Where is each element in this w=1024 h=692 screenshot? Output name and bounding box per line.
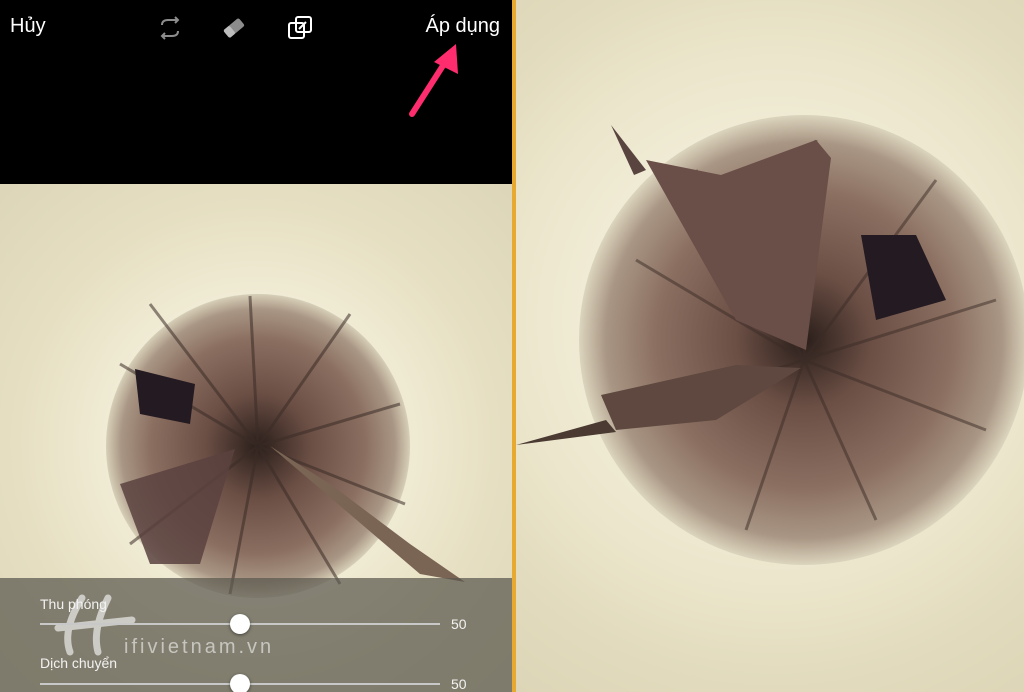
shift-label: Dịch chuyển xyxy=(40,655,118,671)
pointer-arrow-icon xyxy=(409,44,458,117)
shift-value: 50 xyxy=(451,676,467,692)
cancel-button[interactable]: Hủy xyxy=(10,15,46,38)
tiny-planet-result-image xyxy=(516,115,1024,565)
result-preview xyxy=(516,0,1024,692)
zoom-label: Thu phóng xyxy=(40,596,107,612)
apply-button[interactable]: Áp dụng xyxy=(425,15,500,38)
eraser-icon[interactable] xyxy=(218,12,250,44)
rotate-icon[interactable] xyxy=(154,12,186,44)
watermark-text: ifivietnam.vn xyxy=(124,636,275,658)
zoom-value: 50 xyxy=(451,616,467,632)
zoom-slider-thumb[interactable] xyxy=(230,614,250,634)
crop-icon[interactable] xyxy=(284,12,316,44)
shift-slider-thumb[interactable] xyxy=(230,674,250,692)
editor-panel: Hủy Áp dụng ifivietnam.vn Thu phóng 50 D… xyxy=(0,0,512,692)
